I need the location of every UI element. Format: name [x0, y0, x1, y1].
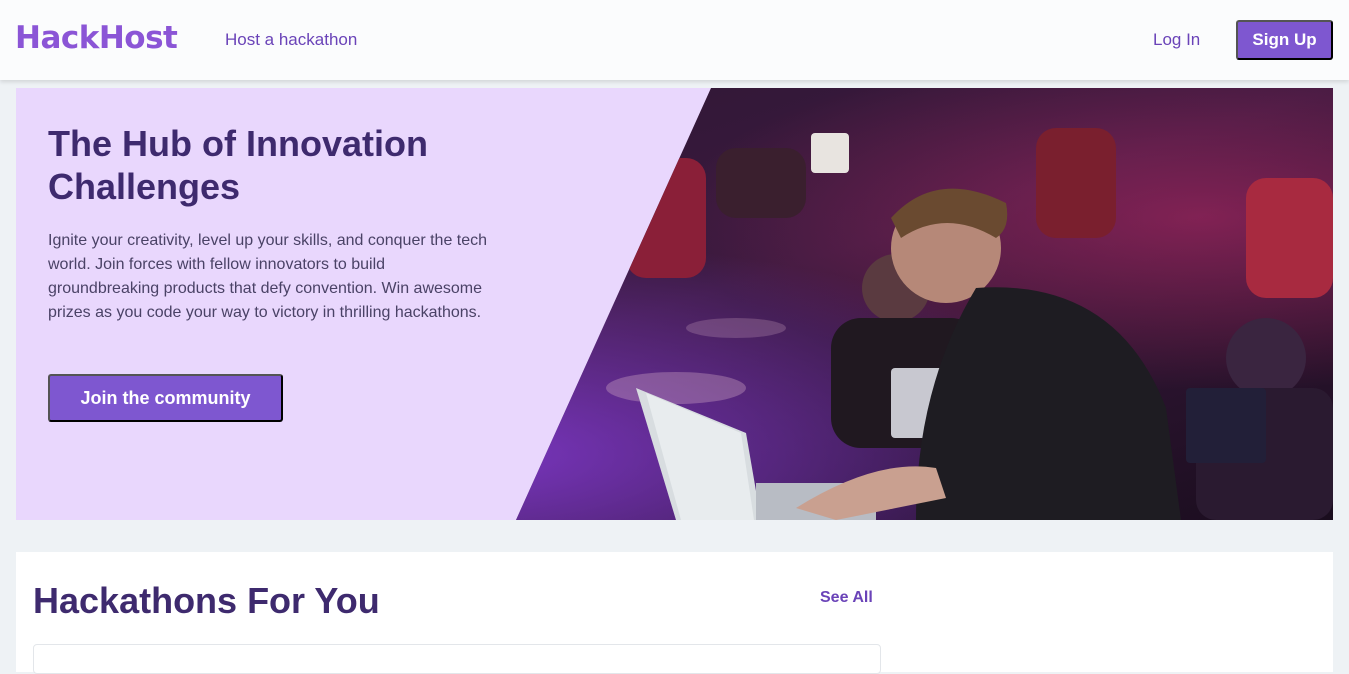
- signup-button[interactable]: Sign Up: [1236, 20, 1333, 60]
- hackathons-section: Hackathons For You See All: [16, 552, 1333, 674]
- hero-description: Ignite your creativity, level up your sk…: [48, 232, 488, 321]
- join-community-button[interactable]: Join the community: [48, 374, 283, 422]
- hackathon-card[interactable]: [33, 644, 881, 674]
- hero-title: The Hub of Innovation Challenges: [48, 123, 428, 207]
- hero-banner: The Hub of Innovation Challenges Ignite …: [16, 88, 1333, 520]
- login-link[interactable]: Log In: [1153, 30, 1200, 50]
- host-hackathon-link[interactable]: Host a hackathon: [225, 30, 357, 50]
- section-title: Hackathons For You: [33, 580, 380, 621]
- see-all-link[interactable]: See All: [820, 589, 873, 607]
- brand-logo[interactable]: HackHost: [15, 20, 178, 56]
- top-navbar: HackHost Host a hackathon Log In Sign Up: [0, 0, 1349, 80]
